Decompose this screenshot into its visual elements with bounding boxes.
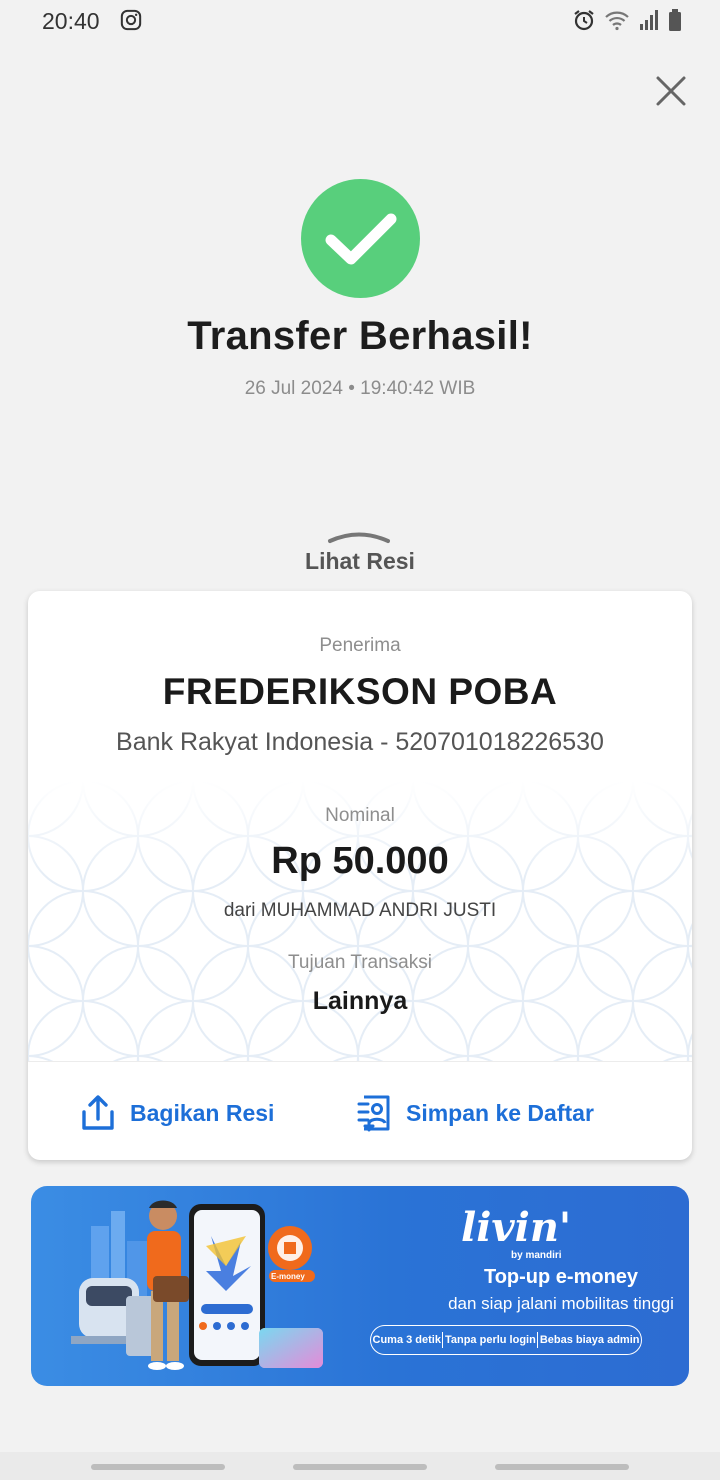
- recipient-bank-info: Bank Rakyat Indonesia - 520701018226530: [116, 728, 604, 756]
- battery-icon: [669, 9, 681, 31]
- separator: [537, 1332, 539, 1348]
- amount-label: Nominal: [325, 805, 395, 826]
- brand-subtitle: by mandiri: [511, 1250, 562, 1261]
- promo-illustration: [71, 1200, 323, 1370]
- nav-back-button[interactable]: [495, 1464, 629, 1470]
- success-check: [301, 179, 420, 298]
- system-nav-bar: [0, 1452, 720, 1480]
- recipient-label: Penerima: [319, 635, 401, 656]
- transaction-datetime: 26 Jul 2024 • 19:40:42 WIB: [244, 378, 476, 399]
- recipient-name: FREDERIKSON POBA: [162, 671, 558, 712]
- separator: [442, 1332, 444, 1348]
- share-icon: [82, 1095, 114, 1130]
- wifi-icon: [605, 11, 629, 31]
- transaction-purpose: Lainnya: [312, 987, 408, 1015]
- save-to-list-button[interactable]: Simpan ke Daftar: [356, 1091, 594, 1135]
- chevron-up-icon[interactable]: [326, 528, 392, 546]
- promo-features: Cuma 3 detik Tanpa perlu login Bebas bia…: [370, 1325, 642, 1355]
- instagram-icon: [120, 9, 142, 31]
- transfer-amount: Rp 50.000: [271, 840, 449, 882]
- promo-banner[interactable]: E-money livin' by mandiri Top-up e-money…: [31, 1186, 689, 1386]
- status-bar: 20:40: [0, 0, 720, 44]
- emoney-badge: E-money: [271, 1272, 305, 1281]
- status-time: 20:40: [42, 8, 100, 34]
- save-contact-icon: [357, 1095, 390, 1132]
- signal-icon: [640, 10, 658, 30]
- check-icon: [325, 213, 396, 264]
- save-to-list-label: Simpan ke Daftar: [406, 1099, 594, 1126]
- receipt-card: Penerima FREDERIKSON POBA Bank Rakyat In…: [28, 591, 692, 1160]
- nav-recent-button[interactable]: [91, 1464, 225, 1470]
- alarm-icon: [574, 10, 594, 31]
- brand-logo: livin': [461, 1204, 572, 1251]
- divider: [28, 1061, 692, 1062]
- share-receipt-button[interactable]: Bagikan Resi: [80, 1091, 274, 1135]
- promo-subline: dan siap jalani mobilitas tinggi: [448, 1294, 674, 1313]
- sender-name: dari MUHAMMAD ANDRI JUSTI: [223, 900, 497, 921]
- promo-feature: Cuma 3 detik: [372, 1334, 441, 1346]
- promo-feature: Tanpa perlu login: [444, 1334, 536, 1346]
- page-title: Transfer Berhasil!: [187, 314, 533, 358]
- promo-headline: Top-up e-money: [483, 1266, 639, 1288]
- nav-home-button[interactable]: [293, 1464, 427, 1470]
- share-receipt-label: Bagikan Resi: [130, 1099, 275, 1126]
- promo-feature: Bebas biaya admin: [539, 1334, 640, 1346]
- close-icon[interactable]: [652, 72, 690, 110]
- view-receipt-button[interactable]: Lihat Resi: [0, 548, 720, 575]
- purpose-label: Tujuan Transaksi: [288, 952, 432, 973]
